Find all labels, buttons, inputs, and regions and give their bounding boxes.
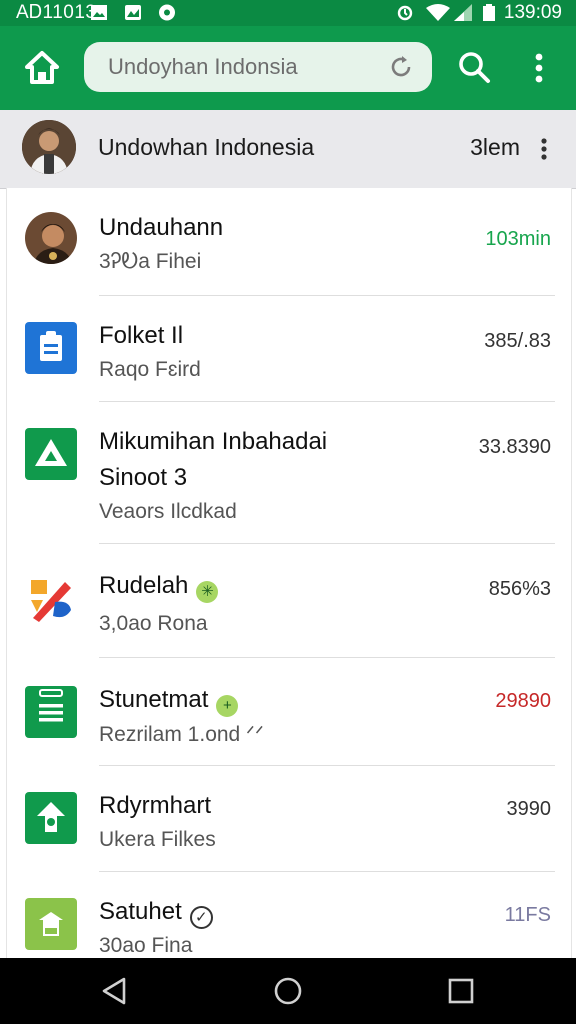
record-icon [159,4,175,21]
android-icon [25,898,77,950]
item-title: Mikumihan Inbahadai [99,428,328,455]
item-title-line2: Sinoot 3 [99,464,188,491]
item-subtitle: Veaors Ilcdkad [99,500,237,523]
list-item[interactable]: Undauhann 3ᎮᎧa Fihei 103min [7,188,571,296]
item-value: 29890 [495,690,551,712]
photo-icon [125,5,141,20]
more-vert-icon[interactable] [528,50,550,86]
nav-bar [0,958,576,1024]
item-value: 856%3 [488,578,551,600]
item-title-text: Rudelah [99,572,189,599]
wifi-icon [426,4,450,21]
recents-icon[interactable] [446,976,476,1006]
item-title: Stunetmat + [99,686,239,717]
alarm-icon [397,5,413,21]
status-bar: AᎠ11013 139:09 [0,0,576,26]
more-vert-icon[interactable] [536,136,552,162]
search-icon[interactable] [456,49,492,85]
star-badge-icon: ✳ [196,581,219,603]
plus-badge-icon: + [216,695,239,717]
list-item[interactable]: Satuhet ✓ 30ao Fina 11FS [7,872,571,958]
list-icon [25,686,77,738]
app-bar [0,26,576,110]
item-value: 11FS [504,904,551,926]
item-title-text: Satuhet [99,898,182,925]
list-item[interactable]: Stunetmat + Rezrilam 1.ond ᐟᐟ 29890 [7,658,571,766]
item-title: Rdyrmhart [99,792,212,819]
clipboard-icon [25,322,77,374]
refresh-icon[interactable] [388,54,414,80]
item-subtitle: 3ᎮᎧa Fihei [99,250,202,273]
list-item[interactable]: Rudelah ✳ 3,0ao Rona 856%3 [7,544,571,658]
arrow-icon [25,792,77,844]
drive-icon [25,428,77,480]
item-title-text: Stunetmat [99,686,209,713]
item-title: Satuhet ✓ [99,898,213,929]
list-item[interactable]: Folket Il Raqo Fɛird 385/.83 [7,296,571,402]
header-title: Undowhan Indonesia [98,134,315,160]
search-box[interactable] [84,42,432,92]
image-icon [91,5,107,20]
home-icon[interactable] [22,48,62,88]
avatar [22,120,76,174]
item-subtitle: 30ao Fina [99,934,193,957]
home-circle-icon[interactable] [273,976,303,1006]
item-subtitle: 3,0ao Rona [99,612,208,635]
item-value: 385/.83 [484,330,551,352]
item-title: Rudelah ✳ [99,572,219,603]
back-icon[interactable] [100,976,130,1006]
item-subtitle: Raqo Fɛird [99,358,201,381]
item-title: Undauhann [99,214,224,241]
status-left-text: AᎠ11013 [16,2,97,23]
header-row[interactable]: Undowhan Indonesia 3lem [0,110,576,189]
avatar-icon [25,212,77,264]
search-input[interactable] [108,53,368,81]
file-list: Undauhann 3ᎮᎧa Fihei 103min Folket Il Ra… [6,188,572,958]
battery-icon [483,4,495,21]
signal-icon [454,4,472,21]
list-item[interactable]: Rdyrmhart Ukera Filkes 3990 [7,766,571,872]
status-time: 139:09 [503,2,562,23]
check-badge-icon: ✓ [189,906,213,929]
item-subtitle: Rezrilam 1.ond ᐟᐟ [99,723,264,746]
photos-icon [25,572,77,624]
item-value: 103min [485,228,551,250]
item-value: 33.8390 [478,436,551,458]
item-title: Folket Il [99,322,184,349]
item-value: 3990 [506,798,552,820]
header-count: 3lem [470,134,520,160]
item-subtitle: Ukera Filkes [99,828,216,851]
list-item[interactable]: Mikumihan Inbahadai Sinoot 3 Veaors Ilcd… [7,402,571,544]
